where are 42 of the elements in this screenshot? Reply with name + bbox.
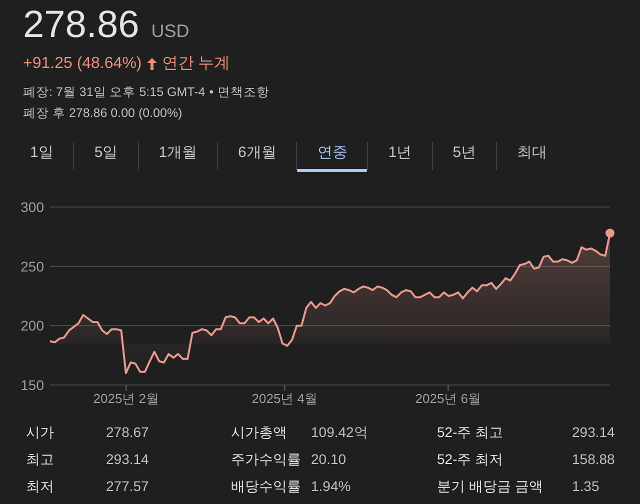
range-tab[interactable]: 5년 <box>432 140 496 172</box>
range-tab[interactable]: 1년 <box>368 140 432 172</box>
stat-label: 시가총액 <box>231 423 288 442</box>
stat-value: 293.14 <box>106 450 150 469</box>
price-change: +91.25 (48.64%) <box>23 54 142 74</box>
stock-price: 278.86 <box>23 3 140 48</box>
x-axis-label: 2025년 6월 <box>415 391 482 406</box>
stat-value: 1.94% <box>311 477 352 496</box>
stat-value: 158.88 <box>572 450 615 469</box>
stat-label: 시가 <box>26 423 55 442</box>
last-price-dot <box>606 228 614 238</box>
after-hours-text: 폐장 후 278.86 0.00 (0.00%) <box>23 105 184 122</box>
stat-label: 52-주 최고 <box>437 423 504 442</box>
stat-value: 109.42억 <box>311 423 369 442</box>
x-axis-label: 2025년 2월 <box>93 391 160 406</box>
y-axis-label: 300 <box>20 199 44 215</box>
period-label: 연간 누계 <box>162 54 230 74</box>
stat-label: 배당수익률 <box>231 477 302 496</box>
range-tab[interactable]: 1일 <box>10 140 74 172</box>
range-tab[interactable]: 6개월 <box>218 140 296 172</box>
currency-label: USD <box>151 20 190 43</box>
stat-label: 최고 <box>26 450 55 469</box>
stat-label: 52-주 최저 <box>437 450 504 469</box>
stat-label: 최저 <box>26 477 55 496</box>
stat-value: 277.57 <box>106 477 150 496</box>
y-axis-label: 200 <box>20 318 44 334</box>
separator-dot: • <box>209 84 214 101</box>
y-axis-label: 150 <box>20 377 44 393</box>
stat-value: 1.35 <box>572 477 600 496</box>
arrow-up-icon <box>146 57 158 71</box>
stat-value: 293.14 <box>572 423 615 442</box>
disclaimer-link[interactable]: 면책조항 <box>218 82 270 102</box>
stat-value: 278.67 <box>106 423 150 442</box>
close-time-text: 폐장: 7월 31일 오후 5:15 GMT-4 <box>23 84 206 101</box>
range-tab[interactable]: 최대 <box>497 140 568 172</box>
range-tab[interactable]: 5일 <box>74 140 138 172</box>
x-axis-label: 2025년 4월 <box>252 391 318 406</box>
stat-value: 20.10 <box>311 450 348 469</box>
stat-label: 주가수익률 <box>231 450 302 469</box>
range-tab[interactable]: 1개월 <box>138 140 218 172</box>
stat-label: 분기 배당금 금액 <box>437 477 544 496</box>
y-axis-label: 250 <box>20 258 44 274</box>
